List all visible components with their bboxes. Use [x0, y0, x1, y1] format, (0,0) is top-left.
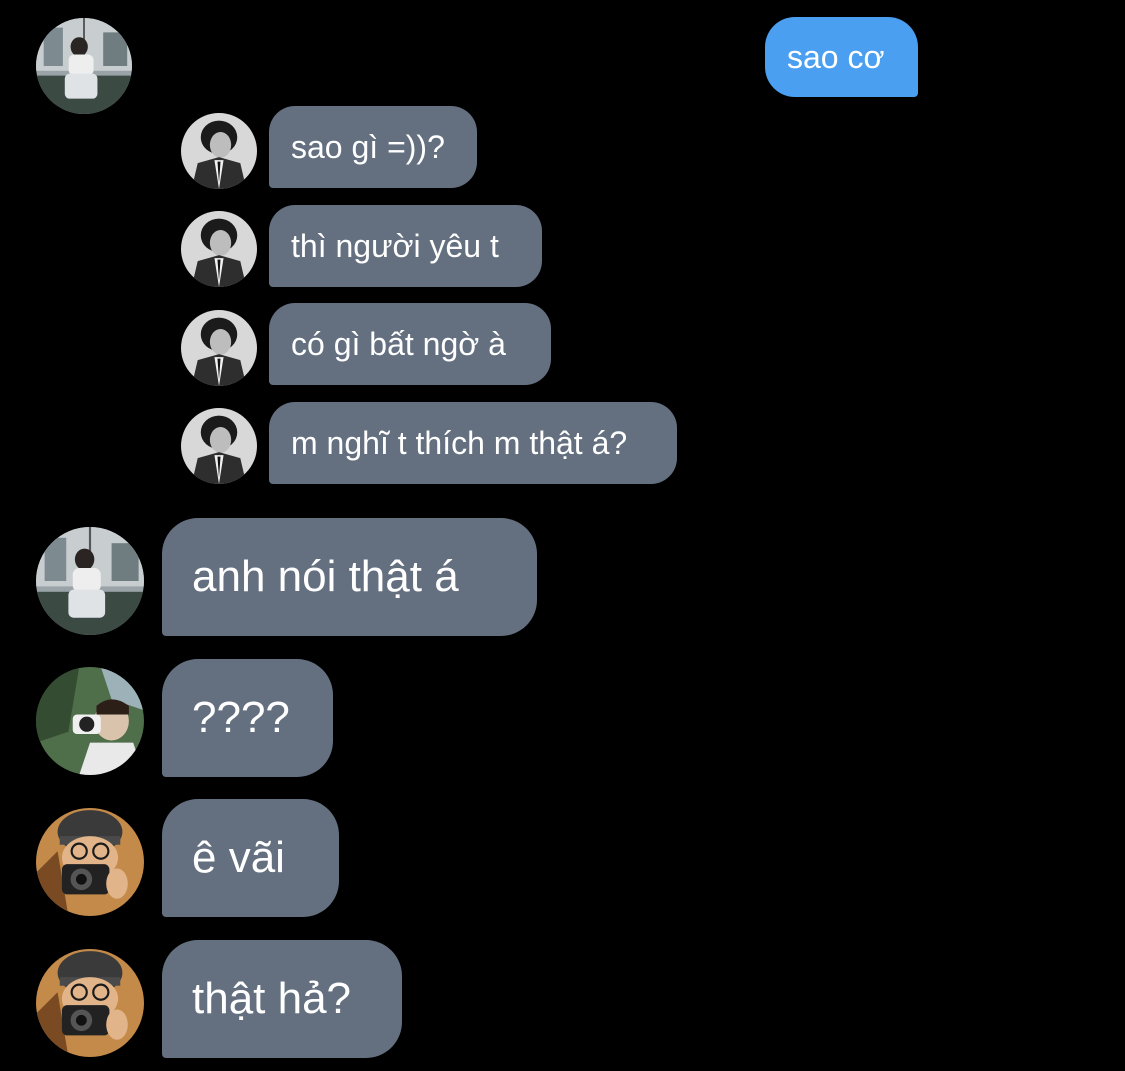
avatar-bw-portrait[interactable]	[181, 310, 257, 386]
message-received[interactable]: anh nói thật á	[162, 518, 537, 636]
message-received[interactable]: có gì bất ngờ à	[269, 303, 551, 385]
avatar-window-photo[interactable]	[36, 18, 132, 114]
message-received[interactable]: m nghĩ t thích m thật á?	[269, 402, 677, 484]
message-sent[interactable]: sao cơ	[765, 17, 918, 97]
avatar-camera-hat[interactable]	[36, 949, 144, 1057]
camera-hat-avatar-icon	[36, 949, 144, 1057]
avatar-bw-portrait[interactable]	[181, 408, 257, 484]
bw-portrait-avatar-icon	[181, 310, 257, 386]
message-received[interactable]: ????	[162, 659, 333, 777]
message-received[interactable]: thì người yêu t	[269, 205, 542, 287]
message-received[interactable]: thật hả?	[162, 940, 402, 1058]
avatar-bw-portrait[interactable]	[181, 113, 257, 189]
window-photo-avatar-icon	[36, 527, 144, 635]
camera-hat-avatar-icon	[36, 808, 144, 916]
avatar-window-photo[interactable]	[36, 527, 144, 635]
avatar-bw-portrait[interactable]	[181, 211, 257, 287]
avatar-camera-outdoor[interactable]	[36, 667, 144, 775]
bw-portrait-avatar-icon	[181, 211, 257, 287]
message-received[interactable]: sao gì =))?	[269, 106, 477, 188]
bw-portrait-avatar-icon	[181, 408, 257, 484]
camera-outdoor-avatar-icon	[36, 667, 144, 775]
bw-portrait-avatar-icon	[181, 113, 257, 189]
message-received[interactable]: ê vãi	[162, 799, 339, 917]
avatar-camera-hat[interactable]	[36, 808, 144, 916]
window-photo-avatar-icon	[36, 18, 132, 114]
